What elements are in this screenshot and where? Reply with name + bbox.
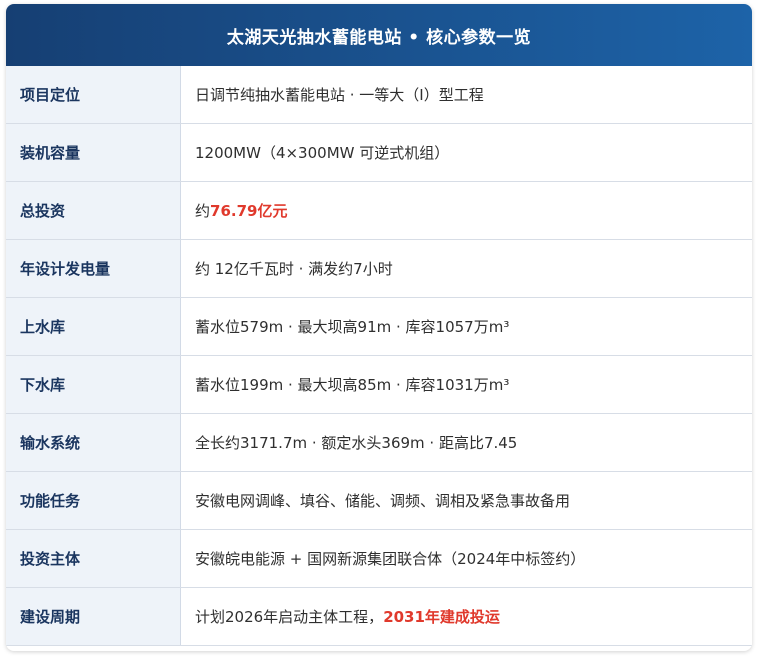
row-label: 建设周期 — [6, 587, 181, 646]
value-highlight: 2031年建成投运 — [383, 608, 500, 626]
value-text: 全长约3171.7m · 额定水头369m · 距高比7.45 — [195, 434, 518, 452]
table-row: 功能任务 安徽电网调峰、填谷、储能、调频、调相及紧急事故备用 — [6, 471, 752, 530]
row-value: 约76.79亿元 — [180, 181, 752, 240]
row-value: 蓄水位579m · 最大坝高91m · 库容1057万m³ — [180, 297, 752, 356]
table-row: 输水系统 全长约3171.7m · 额定水头369m · 距高比7.45 — [6, 413, 752, 472]
value-text: 1200MW（4×300MW 可逆式机组） — [195, 144, 450, 162]
value-text: 安徽皖电能源 + 国网新源集团联合体（2024年中标签约） — [195, 550, 586, 568]
value-text: 计划2026年启动主体工程， — [195, 608, 384, 626]
table-row: 装机容量 1200MW（4×300MW 可逆式机组） — [6, 123, 752, 182]
value-text: 日调节纯抽水蓄能电站 · 一等大（Ⅰ）型工程 — [195, 86, 484, 104]
table-row: 总投资 约76.79亿元 — [6, 181, 752, 240]
table-row: 建设周期 计划2026年启动主体工程，2031年建成投运 — [6, 587, 752, 646]
row-label: 装机容量 — [6, 123, 181, 182]
row-value: 计划2026年启动主体工程，2031年建成投运 — [180, 587, 752, 646]
row-label: 上水库 — [6, 297, 181, 356]
row-label: 总投资 — [6, 181, 181, 240]
row-label: 年设计发电量 — [6, 239, 181, 298]
row-value: 安徽电网调峰、填谷、储能、调频、调相及紧急事故备用 — [180, 471, 752, 530]
table-row: 投资主体 安徽皖电能源 + 国网新源集团联合体（2024年中标签约） — [6, 529, 752, 588]
value-text: 安徽电网调峰、填谷、储能、调频、调相及紧急事故备用 — [195, 492, 571, 510]
row-label: 投资主体 — [6, 529, 181, 588]
row-value: 日调节纯抽水蓄能电站 · 一等大（Ⅰ）型工程 — [180, 66, 752, 124]
value-text: 蓄水位199m · 最大坝高85m · 库容1031万m³ — [195, 376, 510, 394]
table-row: 项目定位 日调节纯抽水蓄能电站 · 一等大（Ⅰ）型工程 — [6, 66, 752, 124]
table-row: 上水库 蓄水位579m · 最大坝高91m · 库容1057万m³ — [6, 297, 752, 356]
value-text: 蓄水位579m · 最大坝高91m · 库容1057万m³ — [195, 318, 510, 336]
row-label: 下水库 — [6, 355, 181, 414]
row-label: 输水系统 — [6, 413, 181, 472]
parameter-table: 项目定位 日调节纯抽水蓄能电站 · 一等大（Ⅰ）型工程 装机容量 1200MW（… — [6, 66, 752, 646]
row-value: 全长约3171.7m · 额定水头369m · 距高比7.45 — [180, 413, 752, 472]
row-value: 安徽皖电能源 + 国网新源集团联合体（2024年中标签约） — [180, 529, 752, 588]
row-label: 功能任务 — [6, 471, 181, 530]
row-value: 约 12亿千瓦时 · 满发约7小时 — [180, 239, 752, 298]
table-row: 下水库 蓄水位199m · 最大坝高85m · 库容1031万m³ — [6, 355, 752, 414]
row-value: 1200MW（4×300MW 可逆式机组） — [180, 123, 752, 182]
value-text: 约 12亿千瓦时 · 满发约7小时 — [195, 260, 393, 278]
value-text: 约 — [195, 202, 211, 220]
row-value: 蓄水位199m · 最大坝高85m · 库容1031万m³ — [180, 355, 752, 414]
table-row: 年设计发电量 约 12亿千瓦时 · 满发约7小时 — [6, 239, 752, 298]
parameter-card: 太湖天光抽水蓄能电站 • 核心参数一览 项目定位 日调节纯抽水蓄能电站 · 一等… — [6, 4, 752, 651]
card-title: 太湖天光抽水蓄能电站 • 核心参数一览 — [6, 4, 752, 66]
value-highlight: 76.79亿元 — [210, 202, 288, 220]
row-label: 项目定位 — [6, 66, 181, 124]
